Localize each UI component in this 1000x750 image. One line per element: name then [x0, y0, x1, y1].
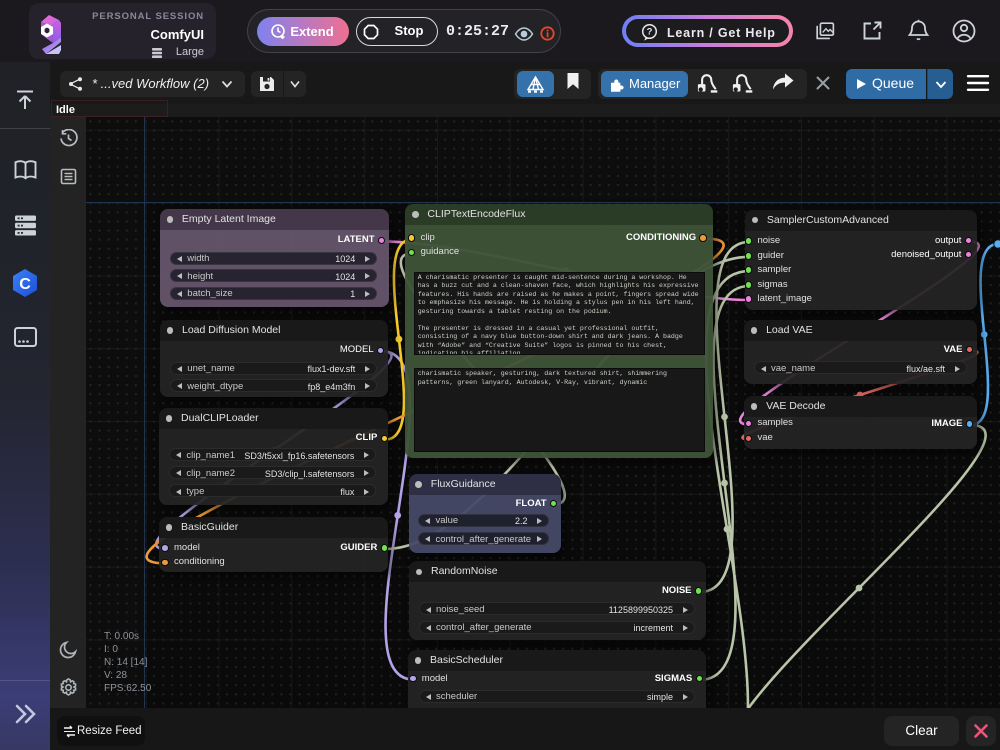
svg-text:?: ?: [647, 27, 653, 38]
svg-text:C: C: [19, 276, 31, 293]
